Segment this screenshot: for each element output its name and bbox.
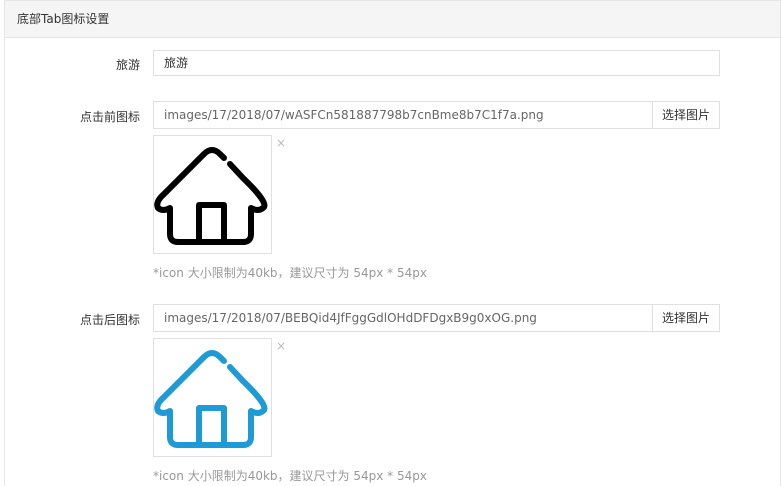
- after-icon-label: 点击后图标: [79, 313, 140, 327]
- after-icon-hint: *icon 大小限制为40kb，建议尺寸为 54px * 54px: [153, 469, 427, 483]
- after-icon-remove-icon[interactable]: ×: [276, 340, 286, 352]
- house-icon: [154, 147, 268, 245]
- before-icon-label: 点击前图标: [79, 110, 140, 124]
- before-icon-remove-icon[interactable]: ×: [276, 137, 286, 149]
- before-icon-path-input[interactable]: images/17/2018/07/wASFCn581887798b7cnBme…: [153, 101, 653, 129]
- name-label: 旅游: [115, 58, 140, 72]
- after-icon-preview: [153, 338, 272, 457]
- panel-title: 底部Tab图标设置: [5, 1, 780, 38]
- before-icon-hint: *icon 大小限制为40kb，建议尺寸为 54px * 54px: [153, 266, 427, 280]
- after-icon-path-input[interactable]: images/17/2018/07/BEBQid4JfFggGdlOHdDFDg…: [153, 304, 653, 332]
- house-icon: [154, 350, 268, 448]
- after-icon-select-button[interactable]: 选择图片: [652, 304, 720, 332]
- name-input[interactable]: 旅游: [153, 50, 720, 76]
- before-icon-preview: [153, 135, 272, 254]
- before-icon-select-button[interactable]: 选择图片: [652, 101, 720, 129]
- tab-icon-settings-panel: 底部Tab图标设置 旅游 旅游 点击前图标 images/17/2018/07/…: [4, 0, 781, 486]
